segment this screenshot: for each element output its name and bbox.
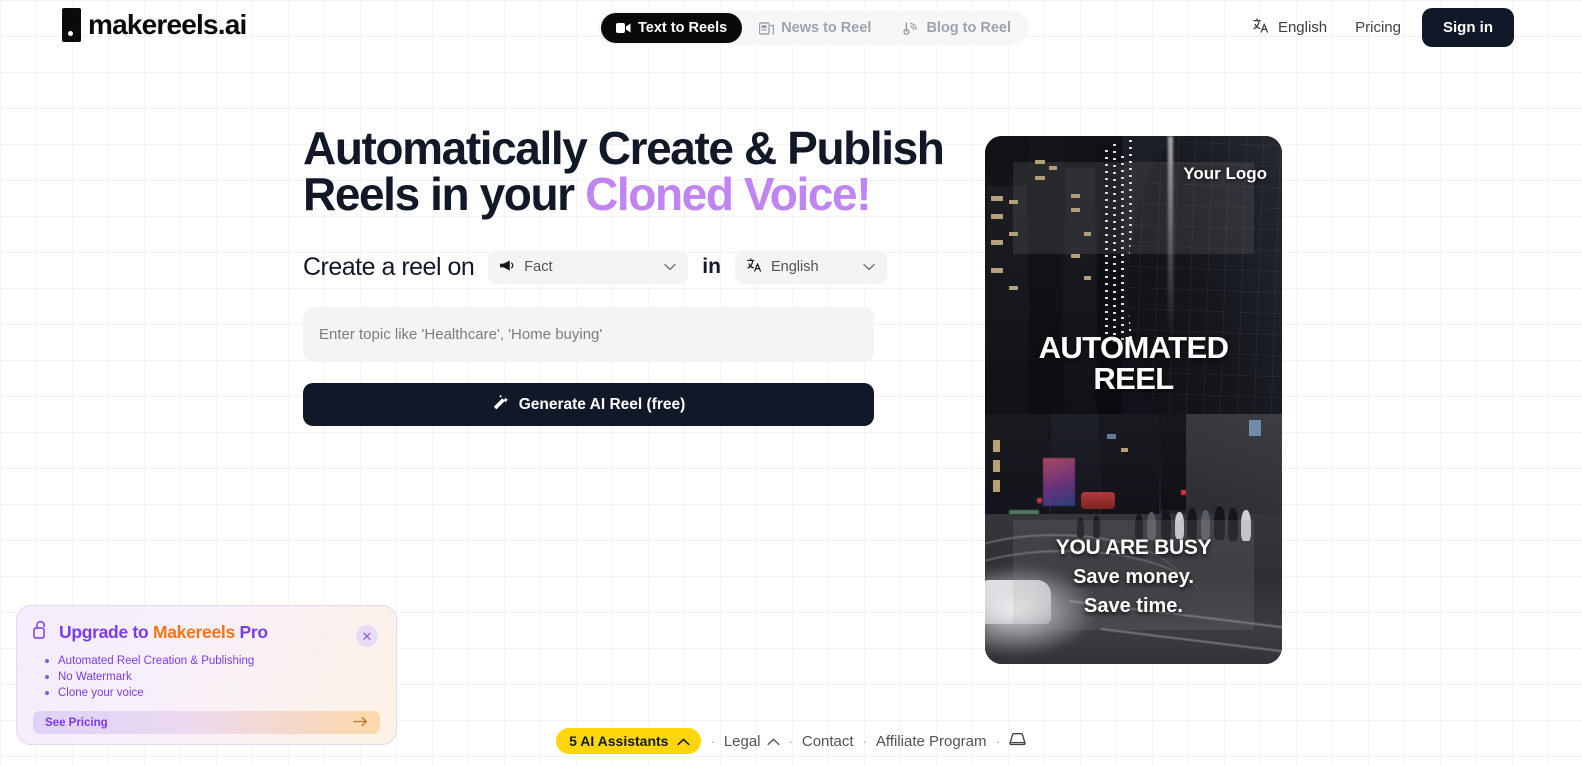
logo-text: makereels.ai xyxy=(88,9,247,40)
translate-icon xyxy=(1253,18,1269,37)
footer-separator: · xyxy=(710,733,715,749)
magic-wand-icon xyxy=(492,394,509,416)
tab-label: Blog to Reel xyxy=(926,20,1012,36)
topic-input[interactable] xyxy=(303,307,874,362)
megaphone-icon xyxy=(500,259,515,276)
upgrade-promo-card: Upgrade to Makereels Pro ✕ Automated Ree… xyxy=(16,605,397,745)
headline-line-1: Automatically Create & Publish xyxy=(303,122,945,174)
tab-news-to-reel[interactable]: News to Reel xyxy=(744,13,886,43)
upgrade-title: Upgrade to Makereels Pro xyxy=(59,622,268,643)
video-camera-icon xyxy=(616,22,631,34)
topic-type-value: Fact xyxy=(524,259,553,275)
caption-line-1: YOU ARE BUSY xyxy=(1055,536,1212,559)
footer-link-contact[interactable]: Contact xyxy=(802,733,854,750)
see-pricing-label: See Pricing xyxy=(45,716,108,729)
video-preview[interactable]: Your Logo AUTOMATED REEL YOU ARE BUSY Sa… xyxy=(985,136,1282,664)
headline-line-2-prefix: Reels in your xyxy=(303,168,586,220)
reel-language-select[interactable]: English xyxy=(734,250,887,284)
video-title-overlay: AUTOMATED REEL xyxy=(985,332,1282,394)
hero-section: Automatically Create & Publish Reels in … xyxy=(303,125,945,426)
footer-link-label: Legal xyxy=(723,732,761,750)
language-switcher[interactable]: English xyxy=(1239,18,1341,37)
footer-link-legal[interactable]: Legal xyxy=(724,733,780,750)
create-reel-label: Create a reel on xyxy=(303,252,475,281)
footer-separator: · xyxy=(995,733,1000,749)
pricing-link[interactable]: Pricing xyxy=(1341,19,1415,36)
upgrade-title-prefix: Upgrade to xyxy=(59,621,153,642)
newspaper-icon xyxy=(759,21,775,35)
caption-line-2: Save money. xyxy=(1073,566,1194,588)
site-footer: 5 AI Assistants · Legal · Contact · Affi… xyxy=(0,728,1582,754)
logo-watermark: Your Logo xyxy=(1183,164,1267,183)
in-label: in xyxy=(702,255,721,278)
upgrade-pro: Pro xyxy=(234,621,268,642)
headline-accent: Cloned Voice! xyxy=(585,168,871,220)
video-title-line-1: AUTOMATED xyxy=(1038,330,1229,365)
site-header: makereels.ai Text to Reels News to Reel … xyxy=(0,0,1582,56)
chevron-up-icon xyxy=(767,733,780,750)
caption-line-3: Save time. xyxy=(1084,595,1183,617)
list-item: Clone your voice xyxy=(43,685,380,701)
blog-rss-icon xyxy=(903,21,919,35)
list-item: No Watermark xyxy=(43,669,380,685)
tab-text-to-reels[interactable]: Text to Reels xyxy=(601,13,743,43)
language-label: English xyxy=(1277,19,1328,36)
chevron-down-icon xyxy=(863,259,875,275)
upgrade-brand: Makereels xyxy=(152,621,235,642)
tab-label: News to Reel xyxy=(781,20,872,36)
upgrade-header: Upgrade to Makereels Pro xyxy=(33,620,380,644)
reel-config-row: Create a reel on Fact in English xyxy=(303,249,903,285)
sign-in-button[interactable]: Sign in xyxy=(1422,8,1514,47)
inbox-icon[interactable] xyxy=(1009,732,1026,751)
tab-blog-to-reel[interactable]: Blog to Reel xyxy=(888,13,1026,43)
logo[interactable]: makereels.ai xyxy=(62,8,247,42)
video-caption-overlay: YOU ARE BUSY Save money. Save time. xyxy=(985,536,1282,618)
page-title: Automatically Create & Publish Reels in … xyxy=(303,125,945,220)
tab-label: Text to Reels xyxy=(638,20,728,36)
chevron-down-icon xyxy=(664,259,676,275)
ai-assistants-button[interactable]: 5 AI Assistants xyxy=(556,728,702,754)
translate-icon xyxy=(747,258,762,276)
footer-separator: · xyxy=(862,733,867,749)
generate-reel-button[interactable]: Generate AI Reel (free) xyxy=(303,383,874,426)
list-item: Automated Reel Creation & Publishing xyxy=(43,653,380,669)
reel-language-value: English xyxy=(770,259,819,275)
generate-reel-label: Generate AI Reel (free) xyxy=(518,395,686,413)
video-title-line-2: REEL xyxy=(1093,361,1174,396)
upgrade-feature-list: Automated Reel Creation & Publishing No … xyxy=(43,653,380,701)
footer-separator: · xyxy=(788,733,793,749)
header-actions: English Pricing Sign in xyxy=(1239,8,1514,47)
unlock-icon xyxy=(33,620,50,644)
mode-tabs: Text to Reels News to Reel Blog to Reel xyxy=(598,11,1030,45)
topic-type-select[interactable]: Fact xyxy=(488,250,689,284)
chevron-up-icon xyxy=(677,733,691,749)
footer-link-affiliate-program[interactable]: Affiliate Program xyxy=(876,733,987,750)
logo-mark-icon xyxy=(62,8,81,42)
close-icon[interactable]: ✕ xyxy=(356,625,378,647)
ai-assistants-label: 5 AI Assistants xyxy=(569,733,669,749)
video-scene-image: Your Logo AUTOMATED REEL YOU ARE BUSY Sa… xyxy=(985,136,1282,664)
